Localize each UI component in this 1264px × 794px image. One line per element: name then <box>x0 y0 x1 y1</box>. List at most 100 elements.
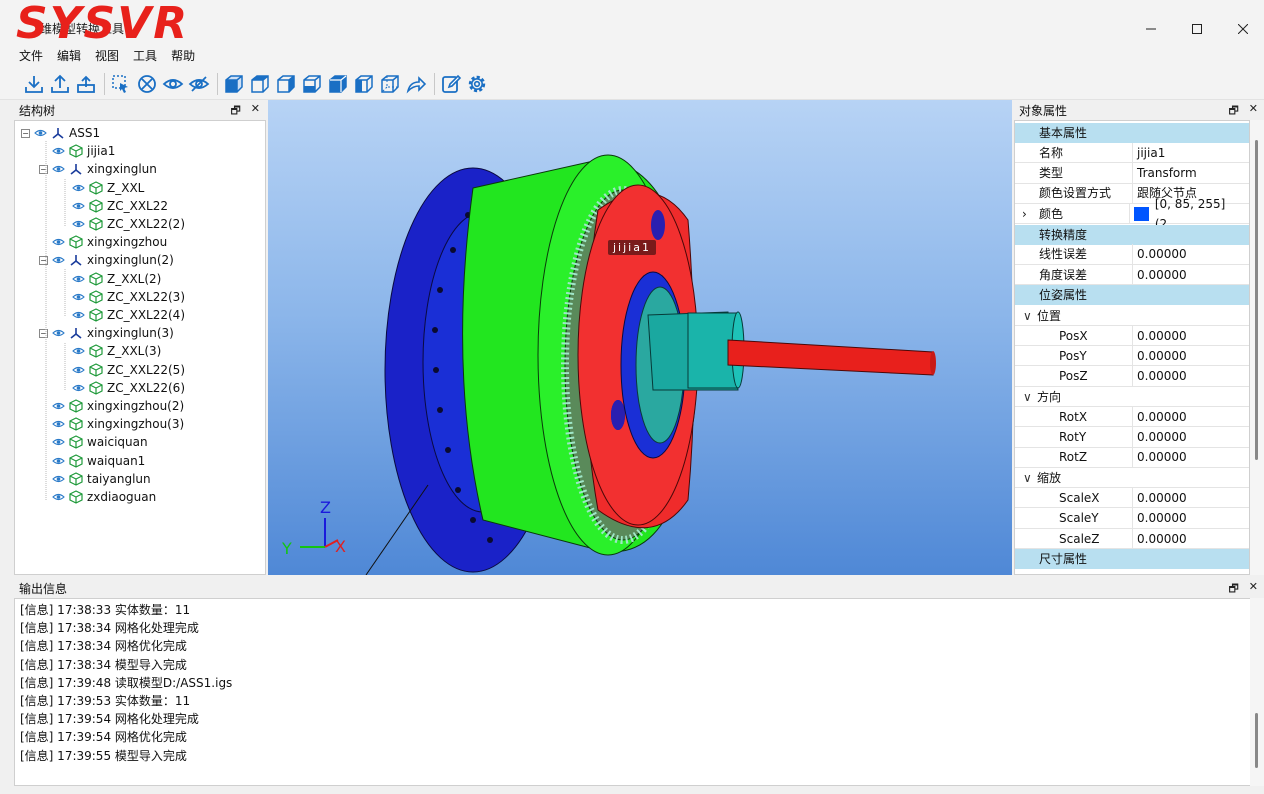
visibility-eye-icon[interactable] <box>72 383 85 393</box>
props-scrollbar[interactable] <box>1250 120 1264 575</box>
property-group-header[interactable]: 位姿属性 <box>1015 285 1249 306</box>
tree-item[interactable]: ZC_XXL22 <box>59 197 168 215</box>
visibility-eye-icon[interactable] <box>52 419 65 429</box>
property-row[interactable]: 线性误差 0.00000 <box>1015 244 1249 265</box>
property-value[interactable]: 0.00000 <box>1133 407 1187 427</box>
property-row[interactable]: RotY 0.00000 <box>1015 427 1249 448</box>
visibility-eye-icon[interactable] <box>52 401 65 411</box>
collapse-toggle[interactable]: − <box>39 328 48 338</box>
visibility-eye-icon[interactable] <box>72 292 85 302</box>
visibility-eye-icon[interactable] <box>52 492 65 502</box>
menu-view[interactable]: 视图 <box>88 44 126 68</box>
tree-item[interactable]: ZC_XXL22(4) <box>59 306 185 324</box>
property-value[interactable]: jijia1 <box>1133 143 1165 163</box>
property-row[interactable]: ScaleX 0.00000 <box>1015 487 1249 509</box>
chevron-right-icon[interactable]: › <box>1022 204 1027 224</box>
show-button[interactable] <box>161 72 185 96</box>
tree-item[interactable]: Z_XXL <box>59 179 144 197</box>
hide-all-button[interactable] <box>135 72 159 96</box>
view-wireframe-button[interactable] <box>378 72 402 96</box>
property-group-header[interactable]: 尺寸属性 <box>1015 549 1249 570</box>
tree-item[interactable]: waiquan1 <box>39 452 145 470</box>
visibility-eye-icon[interactable] <box>52 456 65 466</box>
view-iso-button[interactable] <box>222 72 246 96</box>
property-row[interactable]: PosX 0.00000 <box>1015 325 1249 346</box>
close-icon[interactable]: ✕ <box>1249 580 1258 599</box>
visibility-eye-icon[interactable] <box>34 128 47 138</box>
3d-viewport[interactable]: Z Y X jijia1 <box>268 100 1012 575</box>
props-scrollbar-thumb[interactable] <box>1255 140 1258 460</box>
visibility-eye-icon[interactable] <box>72 274 85 284</box>
property-subgroup[interactable]: ∨ 位置 <box>1015 306 1249 326</box>
view-front-button[interactable] <box>248 72 272 96</box>
property-row[interactable]: 名称 jijia1 <box>1015 142 1249 164</box>
menu-help[interactable]: 帮助 <box>164 44 202 68</box>
view-back-button[interactable] <box>274 72 298 96</box>
tree-item[interactable]: Z_XXL(3) <box>59 342 161 360</box>
property-value[interactable]: 0.00000 <box>1133 366 1187 386</box>
menu-tools[interactable]: 工具 <box>126 44 164 68</box>
view-right-button[interactable] <box>326 72 350 96</box>
tree-item[interactable]: waiciquan <box>39 433 148 451</box>
collapse-toggle[interactable]: − <box>21 128 30 138</box>
visibility-eye-icon[interactable] <box>52 437 65 447</box>
float-icon[interactable]: 🗗 <box>1228 102 1238 121</box>
collapse-toggle[interactable]: − <box>39 164 48 174</box>
visibility-eye-icon[interactable] <box>72 201 85 211</box>
property-value[interactable]: 0.00000 <box>1133 326 1187 346</box>
property-row[interactable]: 类型 Transform <box>1015 163 1249 184</box>
tree-item[interactable]: ZC_XXL22(2) <box>59 215 185 233</box>
view-redo-button[interactable] <box>404 72 428 96</box>
import-button[interactable] <box>22 72 46 96</box>
menu-file[interactable]: 文件 <box>12 44 50 68</box>
tree-item[interactable]: ZC_XXL22(6) <box>59 379 185 397</box>
property-value[interactable]: 0.00000 <box>1133 265 1187 285</box>
tree-item[interactable]: − xingxinglun(2) <box>39 251 174 269</box>
upload-button[interactable] <box>74 72 98 96</box>
tree-item[interactable]: ZC_XXL22(5) <box>59 361 185 379</box>
property-value[interactable]: Transform <box>1133 163 1197 183</box>
tree-item[interactable]: xingxingzhou(3) <box>39 415 184 433</box>
tree-item[interactable]: − xingxinglun <box>39 160 157 178</box>
visibility-eye-icon[interactable] <box>52 474 65 484</box>
minimize-button[interactable] <box>1128 14 1174 44</box>
property-value[interactable]: 0.00000 <box>1133 244 1187 264</box>
visibility-eye-icon[interactable] <box>52 237 65 247</box>
property-row[interactable]: RotX 0.00000 <box>1015 406 1249 428</box>
property-row[interactable]: PosZ 0.00000 <box>1015 366 1249 387</box>
close-icon[interactable]: ✕ <box>1249 102 1258 121</box>
float-icon[interactable]: 🗗 <box>1228 580 1238 599</box>
edit-button[interactable] <box>439 72 463 96</box>
chevron-down-icon[interactable]: ∨ <box>1023 468 1037 488</box>
property-row[interactable]: › 颜色 [0, 85, 255] (2... <box>1015 197 1250 231</box>
select-button[interactable] <box>109 72 133 96</box>
float-icon[interactable]: 🗗 <box>230 102 240 121</box>
tree-item[interactable]: zxdiaoguan <box>39 488 156 506</box>
tree-item[interactable]: ZC_XXL22(3) <box>59 288 185 306</box>
property-subgroup[interactable]: ∨ 缩放 <box>1015 468 1249 489</box>
property-subgroup[interactable]: ∨ 方向 <box>1015 387 1249 407</box>
property-group-header[interactable]: 基本属性 <box>1015 123 1249 143</box>
tree-item[interactable]: xingxingzhou <box>39 233 167 251</box>
property-row[interactable]: RotZ 0.00000 <box>1015 447 1249 468</box>
property-value[interactable]: 0.00000 <box>1133 447 1187 467</box>
property-row[interactable]: PosY 0.00000 <box>1015 345 1249 367</box>
visibility-eye-icon[interactable] <box>72 346 85 356</box>
property-value[interactable]: 0.00000 <box>1133 529 1187 549</box>
hide-button[interactable] <box>187 72 211 96</box>
property-value[interactable]: [0, 85, 255] (2... <box>1130 197 1250 231</box>
tree-item[interactable]: Z_XXL(2) <box>59 270 161 288</box>
chevron-down-icon[interactable]: ∨ <box>1023 387 1037 407</box>
view-left-button[interactable] <box>300 72 324 96</box>
maximize-button[interactable] <box>1174 14 1220 44</box>
property-row[interactable]: ScaleY 0.00000 <box>1015 508 1249 529</box>
visibility-eye-icon[interactable] <box>52 328 65 338</box>
visibility-eye-icon[interactable] <box>72 310 85 320</box>
output-scrollbar[interactable] <box>1250 598 1264 786</box>
menu-edit[interactable]: 编辑 <box>50 44 88 68</box>
visibility-eye-icon[interactable] <box>72 183 85 193</box>
property-value[interactable]: 0.00000 <box>1133 427 1187 447</box>
property-value[interactable]: 0.00000 <box>1133 488 1187 508</box>
property-value[interactable]: 0.00000 <box>1133 508 1187 528</box>
collapse-toggle[interactable]: − <box>39 255 48 265</box>
